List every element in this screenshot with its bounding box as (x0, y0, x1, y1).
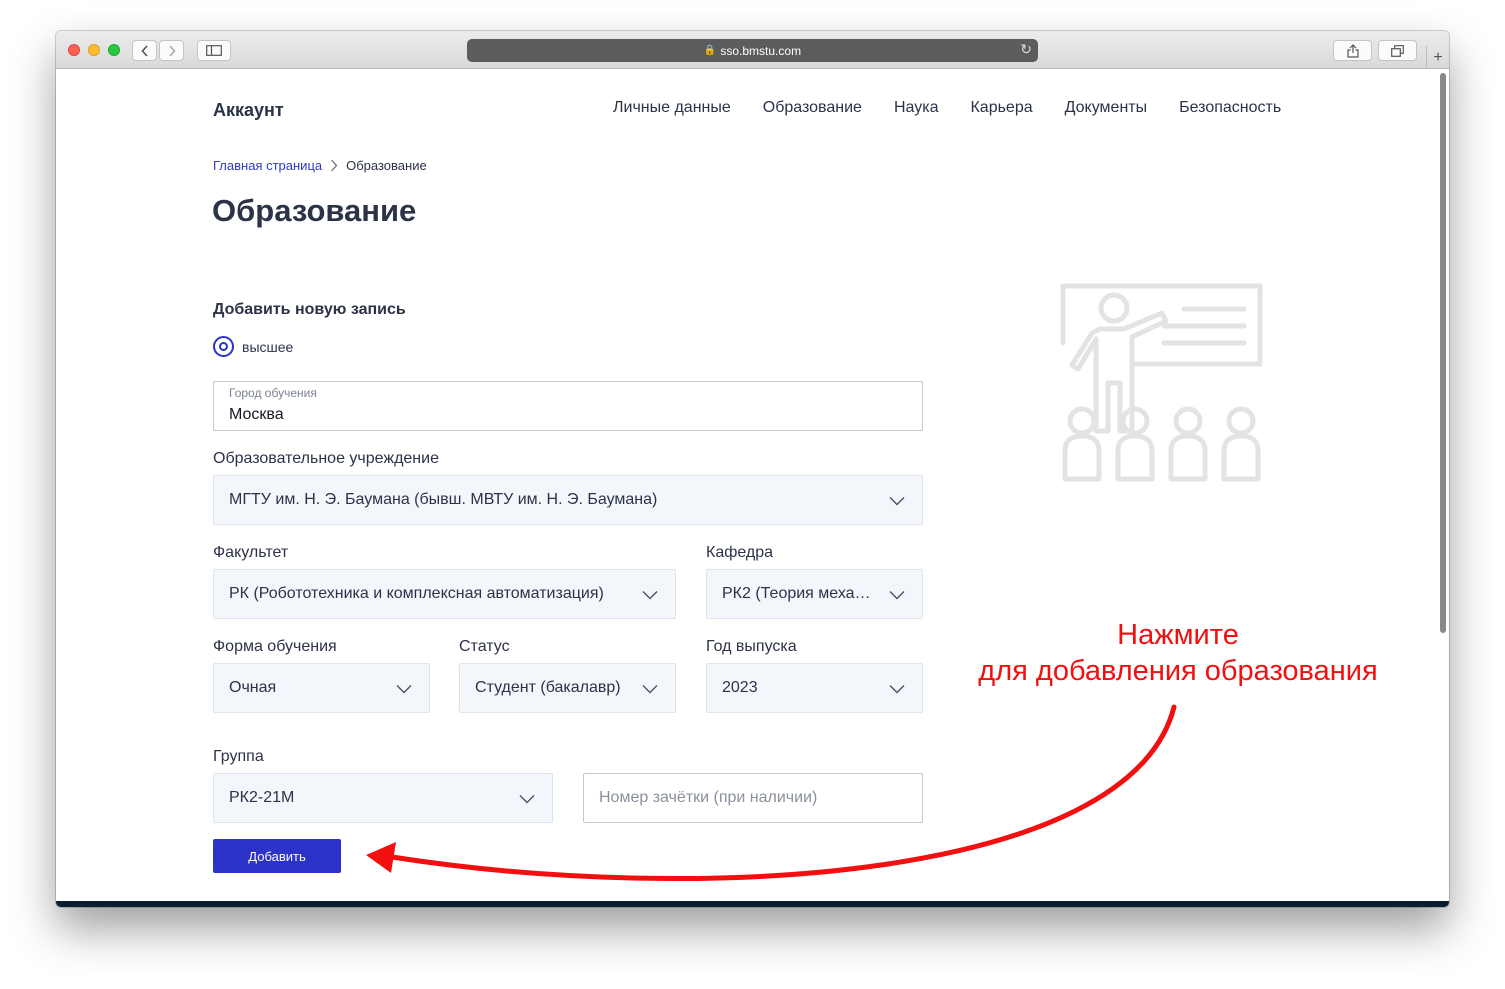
nav-security[interactable]: Безопасность (1179, 99, 1281, 117)
chevron-down-icon (396, 685, 412, 694)
group-select[interactable]: РК2-21М (213, 773, 553, 823)
nav-career[interactable]: Карьера (970, 99, 1032, 117)
faculty-value: РК (Робототехника и комплексная автомати… (229, 585, 604, 602)
sidebar-icon[interactable] (197, 40, 231, 61)
breadcrumb-current: Образование (346, 158, 427, 173)
minimize-window-icon[interactable] (88, 44, 100, 56)
chevron-down-icon (642, 591, 658, 600)
browser-window: 🔒 sso.bmstu.com ↻ + Аккаунт Личные данны… (56, 31, 1449, 907)
tabs-icon[interactable] (1378, 40, 1417, 61)
chevron-right-icon (330, 159, 338, 172)
institution-value: МГТУ им. Н. Э. Баумана (бывш. МВТУ им. Н… (229, 491, 658, 508)
add-record-heading: Добавить новую запись (213, 301, 406, 318)
browser-toolbar: 🔒 sso.bmstu.com ↻ + (56, 31, 1449, 69)
teacher-classroom-icon (1060, 283, 1263, 482)
nav-documents[interactable]: Документы (1065, 99, 1147, 117)
group-value: РК2-21М (229, 789, 295, 806)
nav-education[interactable]: Образование (763, 99, 862, 117)
back-icon[interactable] (132, 40, 157, 61)
breadcrumb-home-link[interactable]: Главная страница (213, 158, 322, 173)
study-form-select[interactable]: Очная (213, 663, 430, 713)
add-button[interactable]: Добавить (213, 839, 341, 873)
forward-icon[interactable] (159, 40, 184, 61)
education-level-label: высшее (242, 338, 294, 355)
chevron-down-icon (889, 685, 905, 694)
page-scrollbar[interactable] (1440, 73, 1446, 633)
chevron-down-icon (519, 795, 535, 804)
graduation-year-label: Год выпуска (706, 638, 797, 655)
chevron-down-icon (642, 685, 658, 694)
breadcrumb: Главная страница Образование (213, 158, 427, 173)
department-value: РК2 (Теория механизмов и машин) (722, 585, 874, 602)
city-field[interactable]: Город обучения Москва (213, 381, 923, 431)
url-text: sso.bmstu.com (720, 43, 802, 58)
address-bar[interactable]: 🔒 sso.bmstu.com ↻ (467, 39, 1038, 62)
institution-label: Образовательное учреждение (213, 450, 439, 467)
city-field-value: Москва (229, 406, 284, 423)
annotation-text: Нажмите для добавления образования (963, 617, 1393, 689)
education-level-radio[interactable]: высшее (213, 336, 293, 357)
nav-personal-data[interactable]: Личные данные (613, 99, 731, 117)
zoom-window-icon[interactable] (108, 44, 120, 56)
bottom-bar (56, 901, 1449, 907)
faculty-select[interactable]: РК (Робототехника и комплексная автомати… (213, 569, 676, 619)
close-window-icon[interactable] (68, 44, 80, 56)
annotation-line-2: для добавления образования (978, 655, 1378, 687)
faculty-label: Факультет (213, 544, 289, 561)
department-label: Кафедра (706, 544, 774, 561)
city-field-label: Город обучения (229, 386, 317, 400)
lock-icon: 🔒 (703, 45, 717, 56)
graduation-year-value: 2023 (722, 679, 758, 696)
top-navigation: Личные данные Образование Наука Карьера … (613, 99, 1281, 117)
nav-science[interactable]: Наука (894, 99, 939, 117)
study-form-label: Форма обучения (213, 638, 337, 655)
brand-title: Аккаунт (213, 100, 284, 120)
chevron-down-icon (889, 591, 905, 600)
radio-selected-icon[interactable] (213, 336, 234, 357)
page-content: Аккаунт Личные данные Образование Наука … (56, 69, 1449, 901)
share-icon[interactable] (1333, 40, 1372, 61)
status-select[interactable]: Студент (бакалавр) (459, 663, 676, 713)
graduation-year-select[interactable]: 2023 (706, 663, 923, 713)
new-tab-icon[interactable]: + (1426, 46, 1449, 69)
institution-select[interactable]: МГТУ им. Н. Э. Баумана (бывш. МВТУ им. Н… (213, 475, 923, 525)
department-select[interactable]: РК2 (Теория механизмов и машин) (706, 569, 923, 619)
page-title: Образование (212, 193, 417, 228)
group-label: Группа (213, 748, 264, 765)
status-value: Студент (бакалавр) (475, 679, 621, 696)
study-form-value: Очная (229, 679, 277, 696)
record-book-input[interactable] (583, 773, 923, 823)
chevron-down-icon (889, 497, 905, 506)
annotation-line-1: Нажмите (1117, 619, 1239, 651)
reload-icon[interactable]: ↻ (1020, 41, 1032, 58)
status-label: Статус (459, 638, 510, 655)
